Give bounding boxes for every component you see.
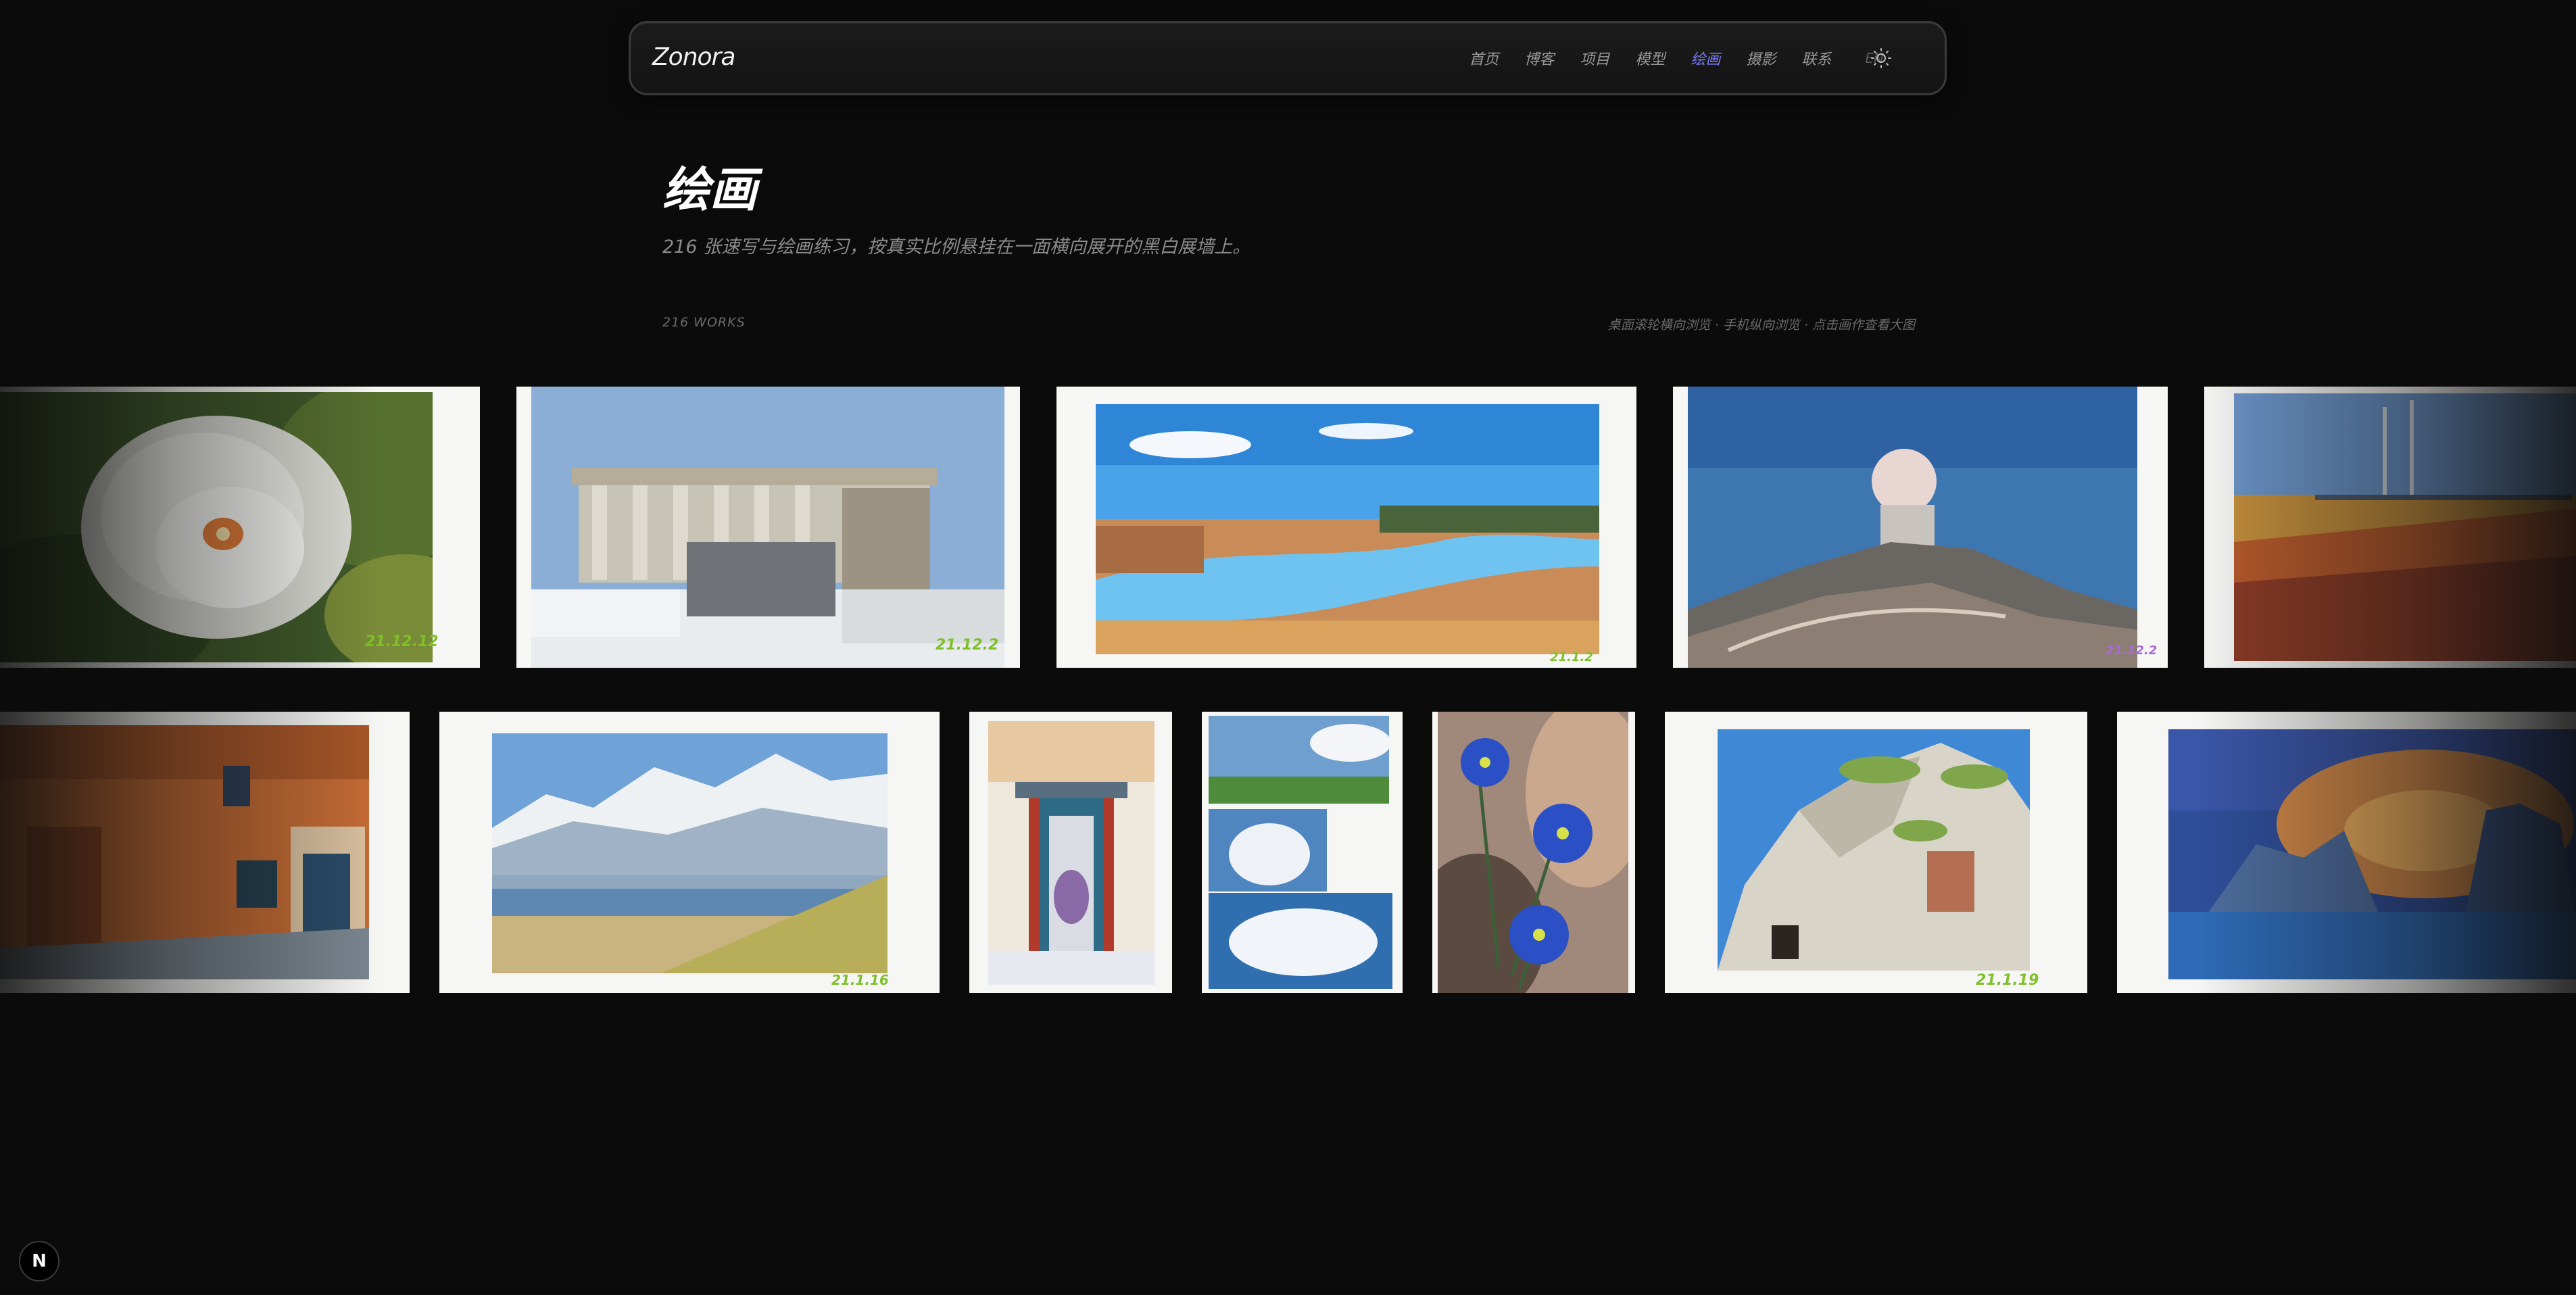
brand-logo[interactable]: Zonora	[652, 43, 735, 71]
nav-item-blog[interactable]: 博客	[1524, 47, 1554, 69]
nav-item-photography[interactable]: 摄影	[1746, 47, 1776, 69]
artwork-chinese-gate-snow[interactable]	[969, 712, 1172, 993]
artwork-yellow-field-towers[interactable]	[2204, 387, 2576, 668]
artwork-signature: 21.1.2	[1550, 650, 1593, 664]
nav-item-home[interactable]: 首页	[1469, 47, 1499, 69]
artwork-image	[2234, 393, 2576, 661]
top-nav: Zonora 首页 博客 项目 模型 绘画 摄影 联系 EN	[629, 21, 1947, 95]
artwork-ruins-with-vines[interactable]: 21.1.19	[1665, 712, 2087, 993]
artwork-signature: 21.12.2	[2106, 643, 2158, 658]
artwork-ruined-temple[interactable]: 21.12.2	[516, 387, 1020, 668]
artwork-snow-mountains-lake[interactable]: 21.1.16	[439, 712, 940, 993]
artwork-signature: 21.1.19	[1976, 972, 2039, 989]
artwork-image	[1688, 387, 2137, 668]
artwork-image	[1096, 404, 1599, 654]
artwork-cloud-studies[interactable]	[1202, 712, 1403, 993]
gallery-row-1[interactable]: 21.12.12 21.12.2 21.1.2 21.12.2	[0, 387, 2576, 668]
page-subtitle: 216 张速写与绘画练习，按真实比例悬挂在一面横向展开的黑白展墙上。	[662, 237, 1251, 258]
artwork-image	[492, 733, 888, 973]
nav-item-paintings[interactable]: 绘画	[1691, 47, 1720, 69]
artwork-signature: 21.12.12	[365, 633, 439, 650]
nav-item-contact[interactable]: 联系	[1801, 47, 1831, 69]
artwork-image	[1209, 716, 1396, 989]
artwork-image	[0, 725, 369, 979]
artwork-blue-flowers[interactable]	[1432, 712, 1635, 993]
artwork-image	[2168, 729, 2576, 979]
artwork-sunset-icebergs[interactable]	[2117, 712, 2576, 993]
next-dev-badge[interactable]: N	[19, 1241, 59, 1281]
artwork-signature: 21.1.16	[831, 972, 889, 988]
artwork-signature: 21.12.2	[935, 637, 999, 654]
artwork-white-flower[interactable]: 21.12.12	[0, 387, 480, 668]
browse-hint: 桌面滚轮横向浏览 · 手机纵向浏览 · 点击画作查看大图	[1607, 318, 1915, 333]
artwork-image	[988, 721, 1155, 985]
artwork-image	[1438, 712, 1628, 993]
artwork-river-landscape[interactable]: 21.1.2	[1056, 387, 1636, 668]
artwork-image	[1718, 729, 2030, 971]
nav-item-projects[interactable]: 项目	[1580, 47, 1609, 69]
artwork-image	[0, 392, 433, 662]
gallery-row-2[interactable]: 21.1.16 21.1.19	[0, 712, 2576, 993]
sun-icon[interactable]	[1870, 47, 1892, 69]
artwork-street-building[interactable]	[0, 712, 410, 993]
artwork-image	[531, 387, 1004, 668]
nav-item-models[interactable]: 模型	[1635, 47, 1665, 69]
nav-links: 首页 博客 项目 模型 绘画 摄影 联系 EN	[1443, 23, 1884, 93]
artwork-moon-over-temple[interactable]: 21.12.2	[1673, 387, 2168, 668]
page-title: 绘画	[662, 162, 757, 218]
works-count: 216 WORKS	[662, 315, 746, 330]
